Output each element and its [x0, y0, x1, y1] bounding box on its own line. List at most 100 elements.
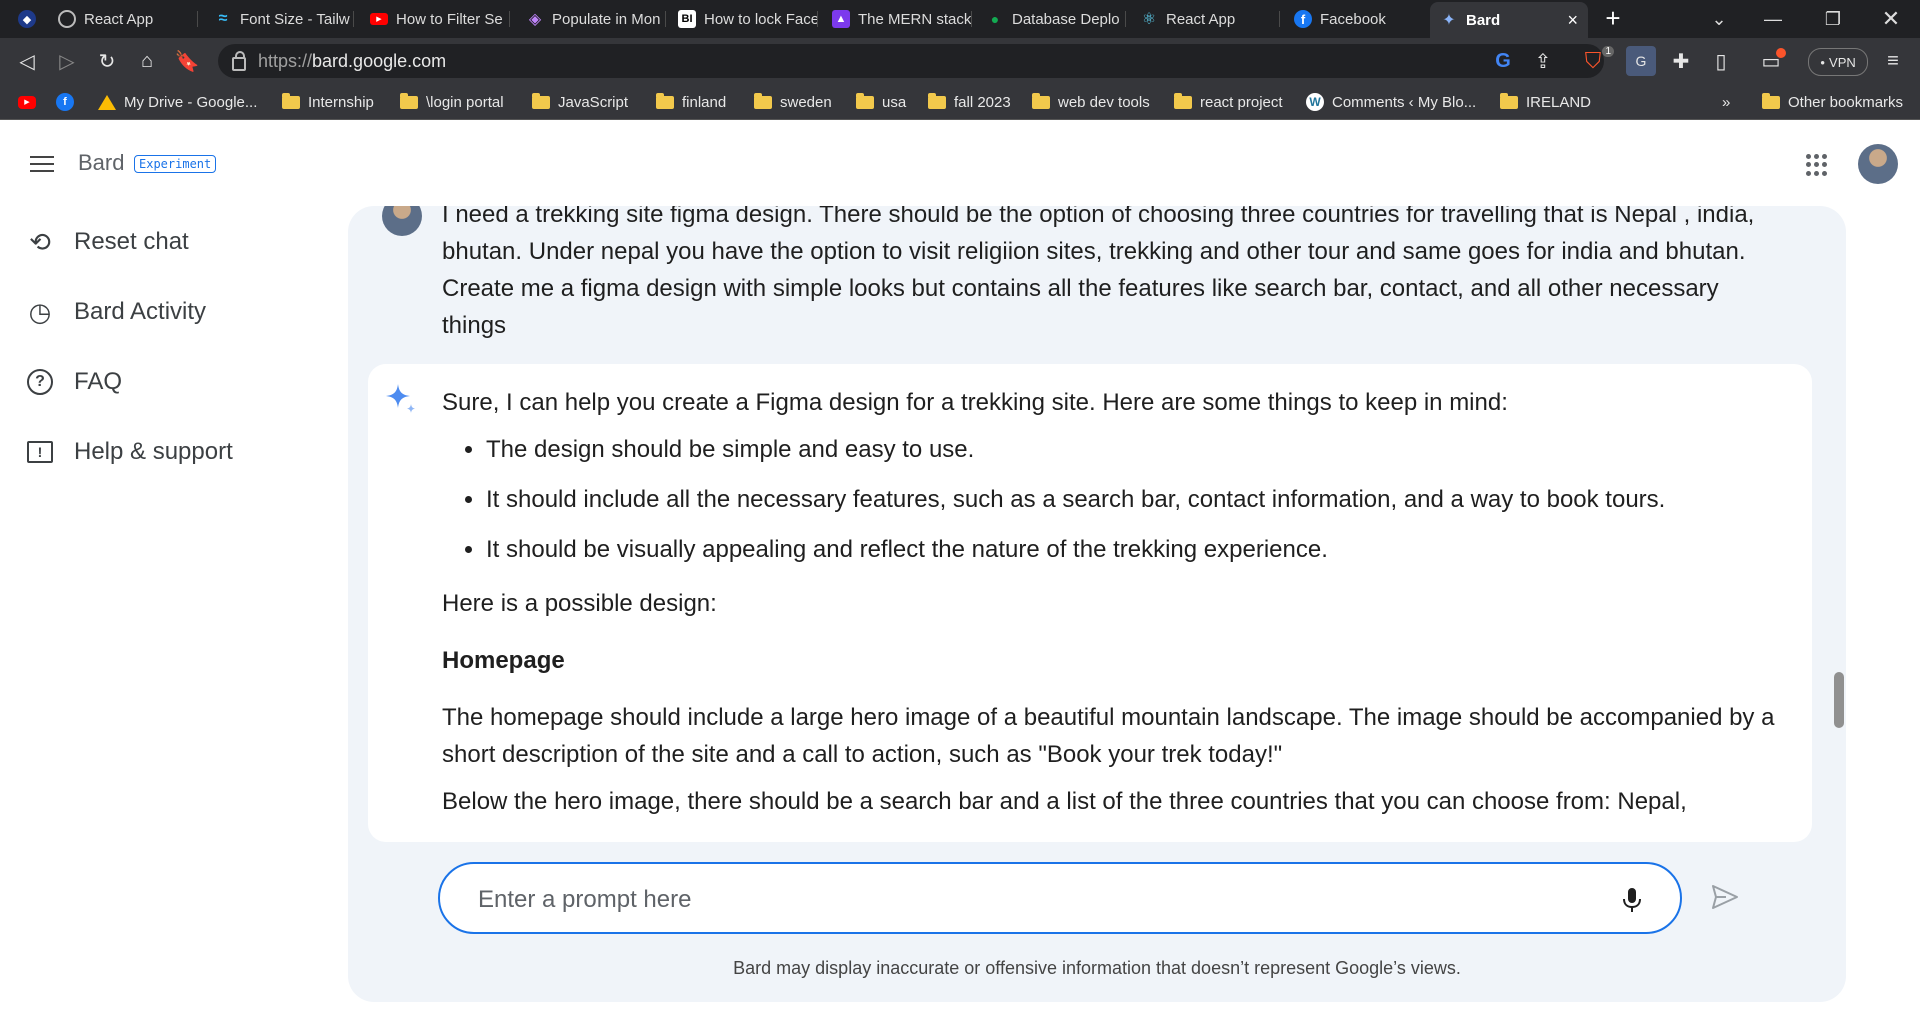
tab-title: How to Filter Se — [396, 10, 503, 28]
tab-title: Facebook — [1320, 10, 1386, 28]
forward-icon[interactable]: ▷ — [52, 46, 82, 76]
nav-label: Bard Activity — [74, 298, 207, 325]
back-icon[interactable]: ◁ — [12, 46, 42, 76]
bookmark-javascript[interactable]: JavaScript — [532, 90, 628, 114]
folder-icon — [1762, 92, 1780, 109]
tab-title: How to lock Face — [704, 10, 818, 28]
disclaimer-text: Bard may display inaccurate or offensive… — [733, 958, 1461, 978]
nav-label: Help & support — [74, 438, 233, 465]
next-text: Below the hero image, there should be a … — [442, 788, 1687, 815]
translate-icon[interactable]: G — [1626, 46, 1656, 76]
list-item: It should include all the necessary feat… — [486, 485, 1782, 515]
send-icon[interactable] — [1710, 882, 1740, 912]
bookmark-label: react project — [1200, 93, 1283, 111]
history-icon: ◷ — [28, 296, 52, 327]
bookmark-internship[interactable]: Internship — [282, 90, 374, 114]
home-icon[interactable]: ⌂ — [132, 46, 162, 76]
new-tab-button[interactable]: + — [1598, 4, 1628, 34]
bookmark-ireland[interactable]: IRELAND — [1500, 90, 1591, 114]
user-avatar — [382, 206, 422, 236]
menu-icon[interactable]: ≡ — [1878, 46, 1908, 76]
tab-bard[interactable]: ✦ Bard × — [1430, 2, 1588, 38]
user-query: I need a trekking site figma design. The… — [442, 206, 1755, 339]
bi-icon: BI — [678, 10, 696, 28]
possible-design-text: Here is a possible design: — [442, 590, 717, 617]
bookmark-sweden[interactable]: sweden — [754, 90, 832, 114]
tab-facebook[interactable]: f Facebook — [1284, 4, 1434, 34]
extensions-icon[interactable]: ✚ — [1666, 46, 1696, 76]
leaf-icon: ● — [990, 11, 1000, 27]
wallet-icon[interactable]: ▭ — [1756, 46, 1786, 76]
bookmark-comments[interactable]: W Comments ‹ My Blo... — [1306, 90, 1476, 114]
experiment-badge: Experiment — [134, 155, 217, 173]
bookmark-other[interactable]: Other bookmarks — [1762, 90, 1903, 114]
vpn-label: VPN — [1829, 54, 1856, 70]
vpn-button[interactable]: ● VPN — [1808, 48, 1868, 76]
google-icon[interactable]: G — [1488, 46, 1518, 76]
tab-react-app-2[interactable]: ⚛ React App — [1130, 4, 1280, 34]
nav-label: Reset chat — [74, 228, 189, 255]
scrollbar-thumb[interactable] — [1834, 672, 1844, 728]
chevron-down-icon[interactable]: ⌄ — [1696, 0, 1742, 38]
avatar[interactable] — [1858, 144, 1898, 184]
bookmark-react-project[interactable]: react project — [1174, 90, 1283, 114]
brave-shields-icon[interactable]: ⛉ 1 — [1578, 46, 1614, 76]
folder-icon — [754, 92, 772, 109]
folder-icon — [928, 92, 946, 109]
nav-help-support[interactable]: ! Help & support — [26, 438, 233, 466]
share-icon[interactable]: ⇪ — [1528, 46, 1558, 76]
lock-icon — [232, 51, 246, 71]
tab-react-app[interactable]: React App — [48, 4, 198, 34]
bookmarks-overflow-button[interactable]: » — [1722, 90, 1730, 114]
bookmark-login-portal[interactable]: \login portal — [400, 90, 504, 114]
bookmark-icon[interactable]: 🔖 — [172, 46, 202, 76]
tab-populate[interactable]: ◈ Populate in Mon — [516, 4, 666, 34]
tab-lock-face[interactable]: BI How to lock Face — [668, 4, 818, 34]
folder-icon — [532, 92, 550, 109]
tab-filter[interactable]: ▶ How to Filter Se — [360, 4, 510, 34]
extension-badge: 1 — [1602, 46, 1614, 57]
nav-bard-activity[interactable]: ◷ Bard Activity — [26, 296, 207, 327]
bookmark-my-drive[interactable]: My Drive - Google... — [98, 90, 257, 114]
bookmark-label: JavaScript — [558, 93, 629, 111]
drive-icon — [98, 94, 116, 110]
bookmark-web-dev-tools[interactable]: web dev tools — [1032, 90, 1150, 114]
reload-icon[interactable]: ↻ — [92, 46, 122, 76]
sidebar-icon[interactable]: ▯ — [1706, 46, 1736, 76]
bookmark-usa[interactable]: usa — [856, 90, 906, 114]
brand-title: Bard — [78, 150, 125, 175]
list-item: It should be visually appealing and refl… — [486, 535, 1782, 565]
nav-reset-chat[interactable]: ⟲ Reset chat — [26, 227, 189, 257]
response-card: Sure, I can help you create a Figma desi… — [368, 364, 1812, 842]
folder-icon — [856, 92, 874, 109]
prompt-input[interactable] — [476, 882, 1580, 918]
tab-mern[interactable]: ▲ The MERN stack — [822, 4, 972, 34]
minimize-icon[interactable]: — — [1750, 0, 1796, 38]
youtube-icon[interactable]: ▶ — [18, 90, 36, 114]
nav-faq[interactable]: ? FAQ — [26, 368, 122, 396]
tab-title: Database Deplo — [1012, 10, 1120, 28]
microphone-icon[interactable] — [1620, 886, 1644, 914]
apps-grid-icon[interactable] — [1806, 154, 1828, 176]
brave-icon[interactable]: ◆ — [18, 4, 36, 34]
restore-icon[interactable]: ❐ — [1810, 0, 1856, 38]
window-close-icon[interactable]: ✕ — [1868, 0, 1914, 38]
close-icon[interactable]: × — [1567, 10, 1578, 31]
react-icon: ⚛ — [1141, 11, 1157, 28]
bard-sparkle-icon — [386, 384, 415, 413]
bard-icon: ✦ — [1442, 12, 1456, 29]
tab-font-size[interactable]: ≈ Font Size - Tailw — [204, 4, 354, 34]
bookmark-fall-2023[interactable]: fall 2023 — [928, 90, 1011, 114]
url-host: bard.google.com — [312, 50, 447, 71]
bookmark-label: usa — [882, 93, 907, 111]
address-bar[interactable]: https:// bard.google.com — [218, 44, 1604, 78]
tab-database[interactable]: ● Database Deplo — [976, 4, 1126, 34]
response-text: Sure, I can help you create a Figma desi… — [442, 384, 1782, 820]
tab-title: Font Size - Tailw — [240, 10, 350, 28]
facebook-bookmark-icon[interactable]: f — [56, 90, 74, 114]
tab-title: React App — [1166, 10, 1236, 28]
bookmark-label: sweden — [780, 93, 832, 111]
bookmark-label: fall 2023 — [954, 93, 1011, 111]
hamburger-menu-icon[interactable] — [30, 156, 54, 174]
bookmark-finland[interactable]: finland — [656, 90, 726, 114]
